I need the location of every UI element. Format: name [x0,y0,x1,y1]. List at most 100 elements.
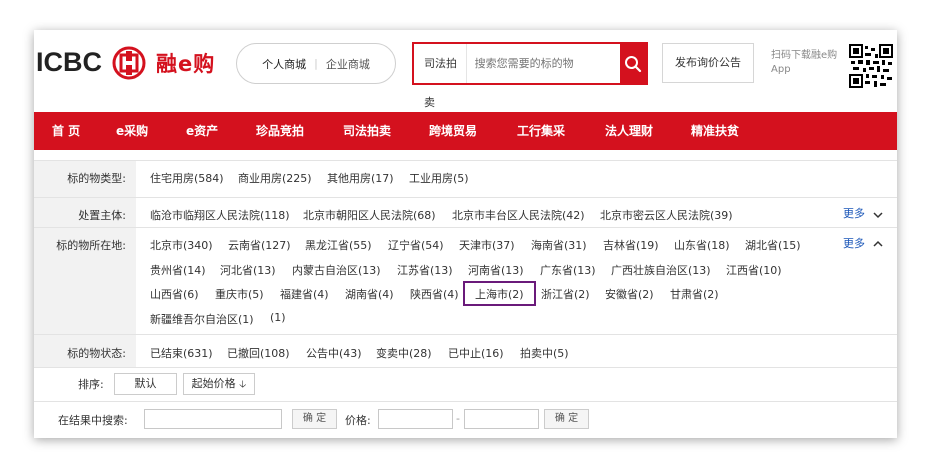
filter-label-status: 标的物状态: [67,347,126,360]
filter-option[interactable]: 住宅用房(584) [150,170,224,186]
result-search-label: 在结果中搜索: [58,414,128,427]
more-location-link[interactable]: 更多 [843,235,865,251]
filter-label-box: 处置主体: [34,198,136,227]
filter-option[interactable]: 临沧市临翔区人民法院(118) [150,207,290,223]
chevron-down-icon[interactable] [872,209,884,221]
result-search-confirm-button[interactable]: 确 定 [292,409,337,429]
location-option[interactable]: 江西省(10) [726,262,782,278]
location-option[interactable]: 广东省(13) [540,262,596,278]
filter-label-court: 处置主体: [78,209,126,222]
location-option[interactable]: 湖北省(15) [745,237,801,253]
location-option[interactable]: 重庆市(5) [215,286,264,302]
nav-icbc-procurement[interactable]: 工行集采 [517,112,565,150]
price-label: 价格: [345,414,371,427]
filter-option[interactable]: 北京市朝阳区人民法院(68) [303,207,436,223]
location-option[interactable]: 安徽省(2) [605,286,654,302]
location-option[interactable]: 河北省(13) [220,262,276,278]
sort-default-button[interactable]: 默认 [114,373,177,395]
publish-inquiry-button[interactable]: 发布询价公告 [662,43,754,83]
price-min-input[interactable] [378,409,453,429]
icbc-logo-text[interactable]: ICBC [36,47,102,78]
filter-option[interactable]: 其他用房(17) [327,170,394,186]
nav-treasure-auction[interactable]: 珍品竞拍 [256,112,304,150]
filter-label-type: 标的物类型: [67,172,126,185]
nav-judicial-auction[interactable]: 司法拍卖 [343,112,391,150]
search-icon [624,55,641,72]
location-option[interactable]: 内蒙古自治区(13) [292,262,381,278]
location-option[interactable]: 浙江省(2) [541,286,590,302]
location-option[interactable]: 海南省(31) [531,237,587,253]
location-option[interactable]: 云南省(127) [228,237,291,253]
location-option[interactable]: 天津市(37) [459,237,515,253]
search-button[interactable] [619,44,646,83]
filter-option[interactable]: 工业用房(5) [409,170,469,186]
sort-label: 排序: [78,378,104,391]
location-option[interactable]: 广西壮族自治区(13) [611,262,711,278]
rong-e-gou-brand[interactable]: 融e购 [156,48,215,78]
price-confirm-button[interactable]: 确 定 [544,409,589,429]
filter-row-court: 处置主体: 临沧市临翔区人民法院(118) 北京市朝阳区人民法院(68) 北京市… [34,198,897,228]
location-option[interactable]: 吉林省(19) [603,237,659,253]
status-option[interactable]: 变卖中(28) [376,345,432,361]
status-option[interactable]: 拍卖中(5) [520,345,569,361]
qr-code-icon[interactable] [849,44,893,88]
filter-row-location: 标的物所在地: 更多 北京市(340) 云南省(127) 黑龙江省(55) 辽宁… [34,228,897,335]
more-court-link[interactable]: 更多 [843,205,865,221]
header: ICBC 融e购 个人商城 | 企业商城 司法拍卖 发布询价公告 扫码下载融e购… [34,30,897,110]
nav-corporate-finance[interactable]: 法人理财 [605,112,653,150]
search-bar: 司法拍卖 [412,42,648,109]
filter-row-status: 标的物状态: 已结束(631) 已撤回(108) 公告中(43) 变卖中(28)… [34,335,897,368]
location-option[interactable]: 贵州省(14) [150,262,206,278]
result-search-input[interactable] [144,409,282,429]
icbc-seal-icon [112,46,146,80]
status-option[interactable]: 已结束(631) [150,345,213,361]
price-dash: - [456,412,460,425]
price-max-input[interactable] [464,409,539,429]
search-category-select[interactable]: 司法拍卖 [414,44,467,109]
location-option[interactable]: 江苏省(13) [397,262,453,278]
arrow-down-icon: 🡣 [239,379,247,390]
location-option[interactable]: 黑龙江省(55) [305,237,372,253]
filter-label-box: 标的物所在地: [34,228,136,334]
page-frame: ICBC 融e购 个人商城 | 企业商城 司法拍卖 发布询价公告 扫码下载融e购… [34,30,897,438]
chevron-up-icon[interactable] [872,238,884,250]
filter-option[interactable]: 商业用房(225) [238,170,312,186]
result-search-bar: 在结果中搜索: 确 定 价格: - 确 定 [34,402,897,438]
nav-cross-border[interactable]: 跨境贸易 [429,112,477,150]
location-option[interactable]: 山西省(6) [150,286,199,302]
location-option[interactable]: 陕西省(4) [410,286,459,302]
filter-label-location: 标的物所在地: [56,239,126,252]
location-option[interactable]: (1) [270,311,286,324]
status-option[interactable]: 公告中(43) [306,345,362,361]
location-option[interactable]: 甘肃省(2) [670,286,719,302]
nav-e-procurement[interactable]: e采购 [116,112,148,150]
personal-mall-tab[interactable]: 个人商城 [262,56,306,72]
location-option[interactable]: 河南省(13) [468,262,524,278]
sort-start-price-button[interactable]: 起始价格 🡣 [183,373,255,395]
search-input[interactable] [466,44,620,83]
nav-home[interactable]: 首 页 [52,112,80,150]
status-option[interactable]: 已撤回(108) [227,345,290,361]
sort-bar: 排序: 默认 起始价格 🡣 [34,368,897,402]
location-option[interactable]: 湖南省(4) [345,286,394,302]
main-nav: 首 页 e采购 e资产 珍品竞拍 司法拍卖 跨境贸易 工行集采 法人理财 精准扶… [34,112,897,150]
mall-switch: 个人商城 | 企业商城 [236,43,396,84]
location-option[interactable]: 辽宁省(54) [388,237,444,253]
filter-row-type: 标的物类型: 住宅用房(584) 商业用房(225) 其他用房(17) 工业用房… [34,160,897,198]
location-option[interactable]: 山东省(18) [674,237,730,253]
nav-poverty-alleviation[interactable]: 精准扶贫 [691,112,739,150]
filter-option[interactable]: 北京市密云区人民法院(39) [600,207,733,223]
location-option[interactable]: 新疆维吾尔自治区(1) [150,311,254,327]
filter-option[interactable]: 北京市丰台区人民法院(42) [452,207,585,223]
location-option[interactable]: 福建省(4) [280,286,329,302]
qr-download-text: 扫码下载融e购App [771,50,838,75]
filter-label-box: 标的物状态: [34,335,136,367]
nav-e-assets[interactable]: e资产 [186,112,218,150]
location-option[interactable]: 北京市(340) [150,237,213,253]
sort-start-price-label: 起始价格 [191,377,236,390]
location-option-shanghai[interactable]: 上海市(2) [475,286,524,302]
mall-separator: | [314,57,318,70]
enterprise-mall-tab[interactable]: 企业商城 [326,56,370,72]
status-option[interactable]: 已中止(16) [448,345,504,361]
filter-label-box: 标的物类型: [34,161,136,197]
